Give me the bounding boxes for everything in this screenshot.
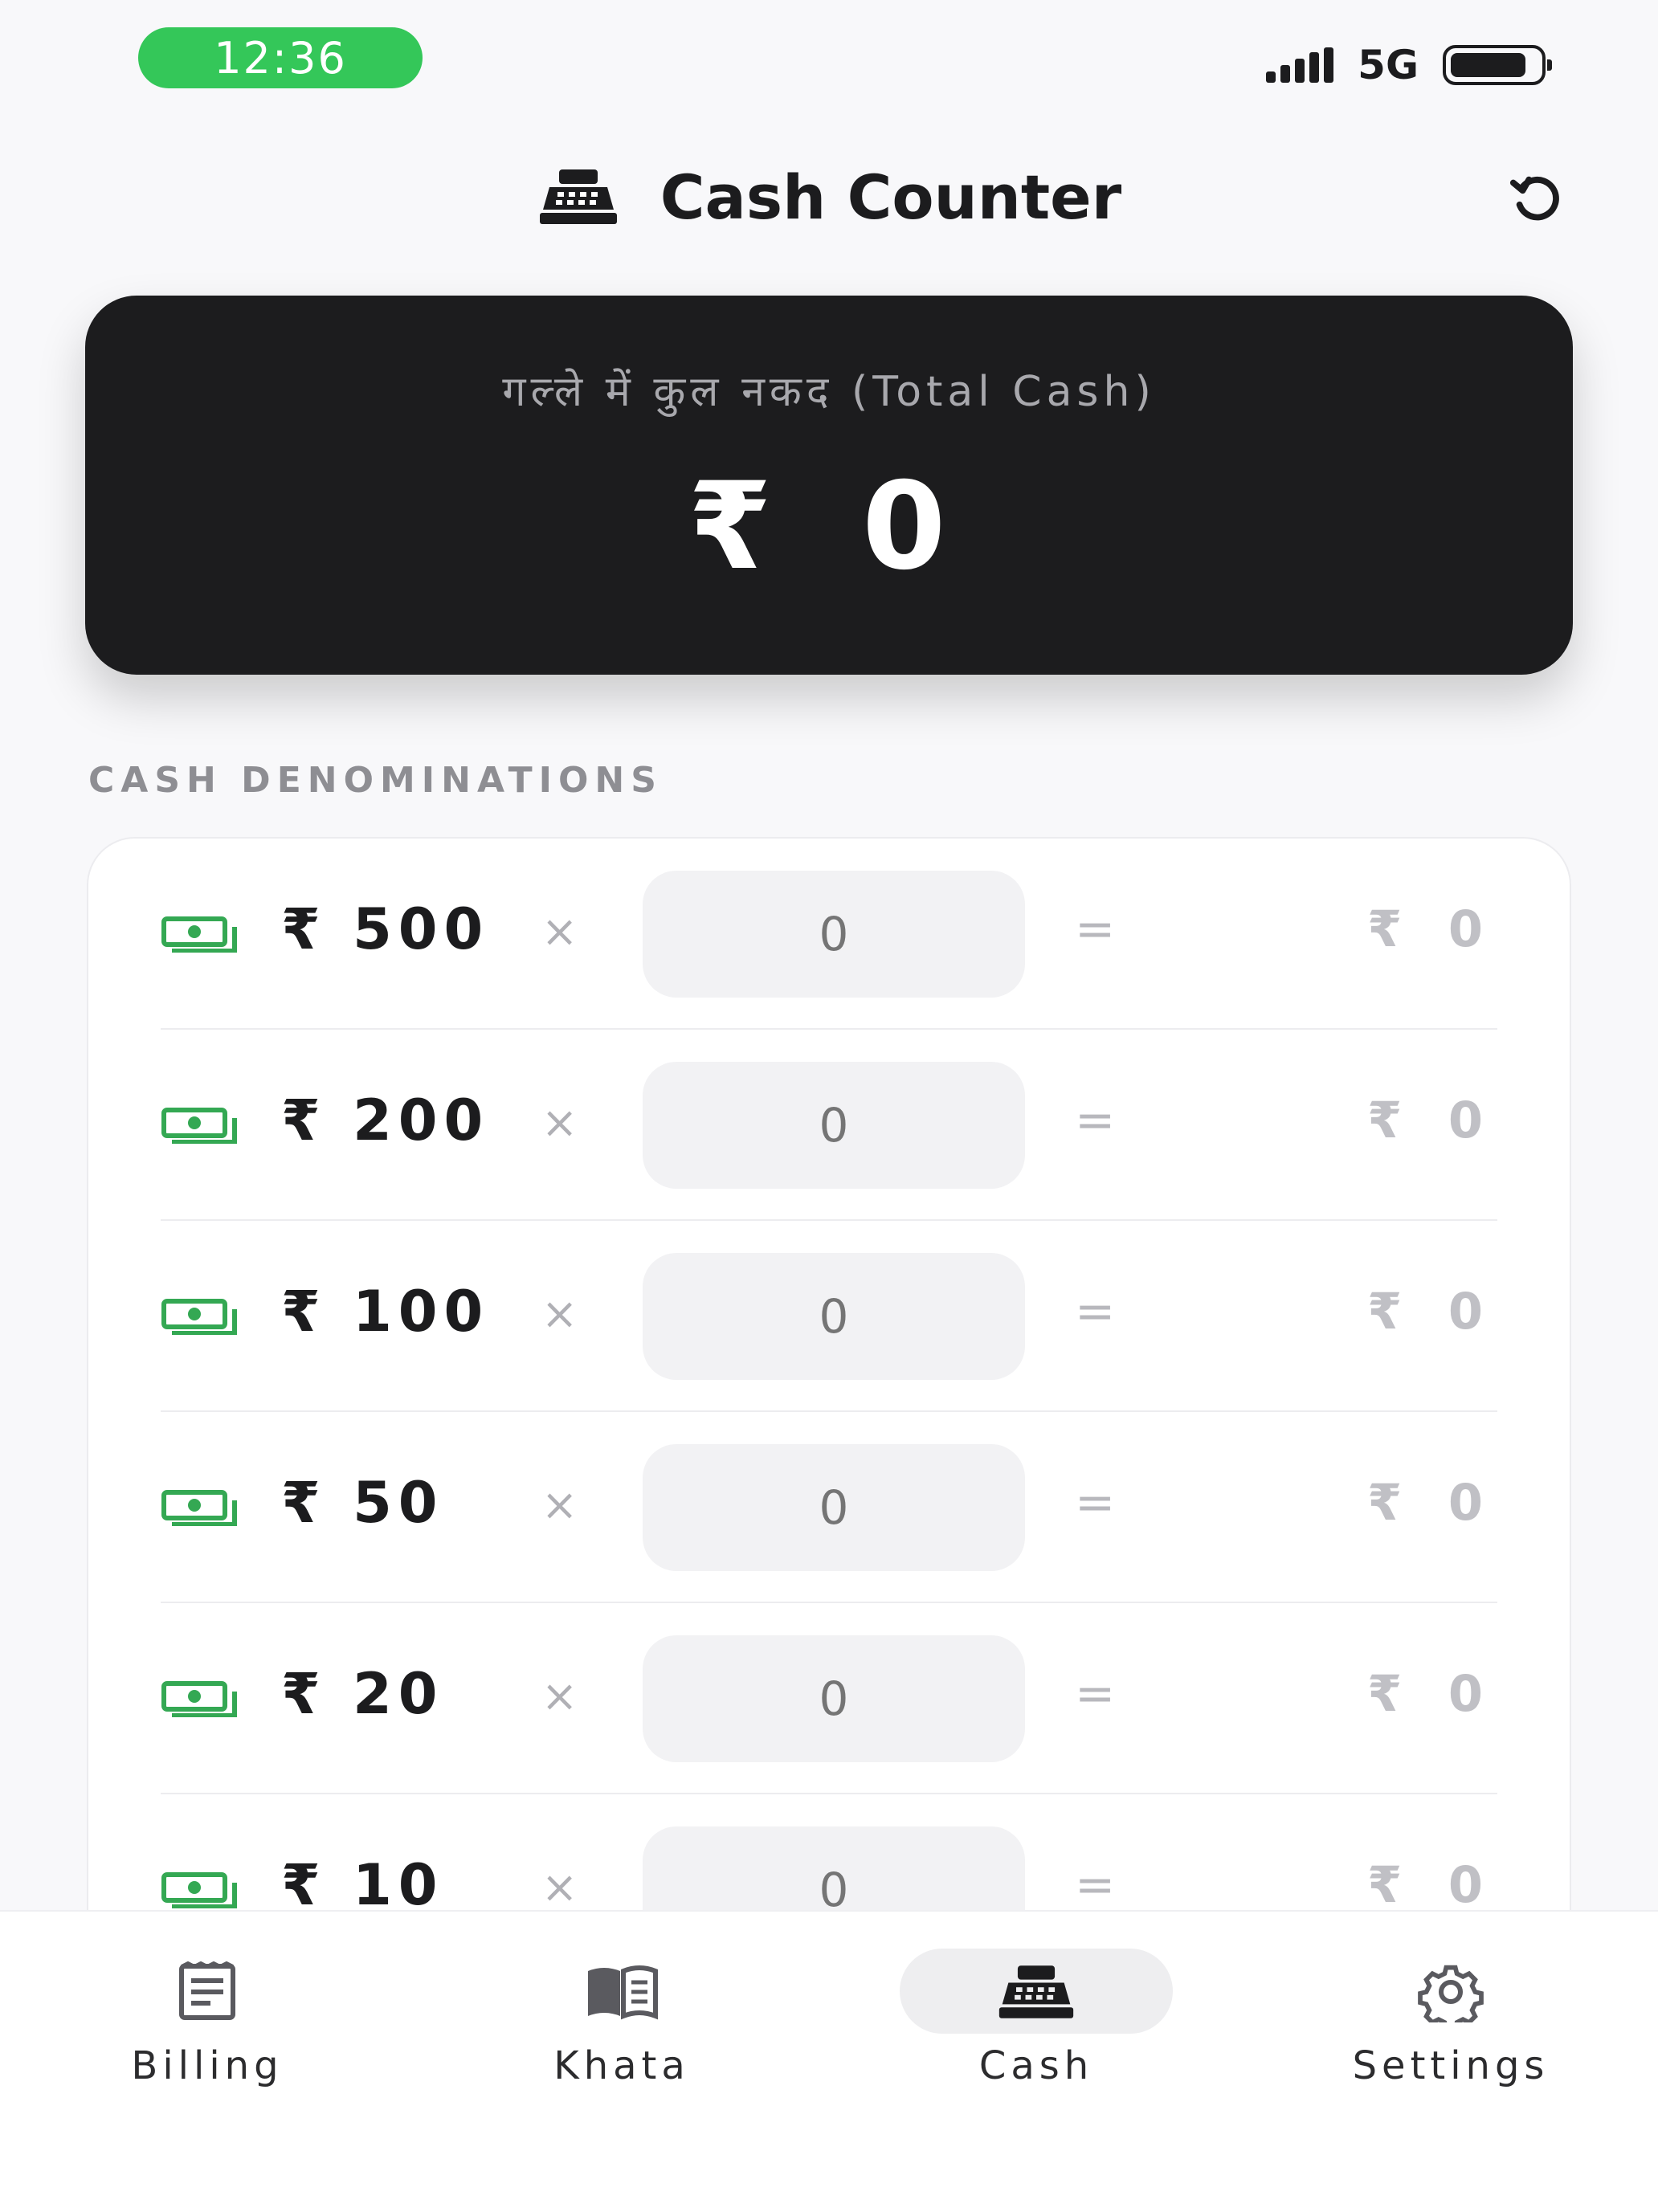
denomination-label: ₹ 100 (281, 1279, 490, 1345)
denomination-label: ₹ 10 (281, 1852, 444, 1918)
reset-icon[interactable] (1509, 170, 1565, 227)
denomination-label: ₹ 50 (281, 1470, 444, 1536)
nav-label: Cash (978, 2043, 1094, 2088)
denomination-total: ₹ 0 (1367, 1091, 1497, 1149)
bottom-nav: Billing Khata Cash Settings (0, 1910, 1658, 2212)
nav-label: Billing (131, 2043, 284, 2088)
total-cash-amount: ₹ 0 (688, 457, 970, 597)
denomination-row: ₹ 20 × = ₹ 0 (88, 1603, 1570, 1794)
network-label: 5G (1358, 42, 1419, 88)
nav-label: Settings (1352, 2043, 1550, 2088)
denomination-label: ₹ 20 (281, 1661, 444, 1727)
denomination-label: ₹ 200 (281, 1088, 490, 1153)
denomination-total: ₹ 0 (1367, 1473, 1497, 1532)
book-icon (588, 1965, 658, 2020)
status-indicators: 5G (1266, 42, 1552, 88)
nav-tab-khata[interactable]: Khata (461, 1912, 782, 2088)
multiply-sign: × (541, 906, 578, 957)
denomination-row: ₹ 100 × = ₹ 0 (88, 1221, 1570, 1412)
cash-register-icon (539, 169, 617, 224)
denomination-total: ₹ 0 (1367, 1664, 1497, 1723)
banknote-icon (161, 1490, 237, 1526)
equals-sign: = (1075, 901, 1116, 957)
multiply-sign: × (541, 1097, 578, 1148)
cash-register-icon (998, 1965, 1074, 2018)
denomination-total: ₹ 0 (1367, 1855, 1497, 1914)
multiply-sign: × (541, 1671, 578, 1721)
denomination-row: ₹ 50 × = ₹ 0 (88, 1412, 1570, 1603)
battery-icon (1443, 45, 1552, 85)
note-count-input[interactable] (643, 1635, 1025, 1762)
multiply-sign: × (541, 1862, 578, 1912)
banknote-icon (161, 1108, 237, 1144)
banknote-icon (161, 1299, 237, 1335)
nav-tab-billing[interactable]: Billing (47, 1912, 368, 2088)
denomination-total: ₹ 0 (1367, 1282, 1497, 1341)
equals-sign: = (1075, 1857, 1116, 1913)
status-time: 12:36 (138, 27, 423, 88)
signal-icon (1266, 47, 1334, 83)
total-cash-label: गल्ले में कुल नकद (Total Cash) (502, 368, 1156, 416)
equals-sign: = (1075, 1475, 1116, 1531)
multiply-sign: × (541, 1479, 578, 1530)
equals-sign: = (1075, 1284, 1116, 1340)
denomination-row: ₹ 500 × = ₹ 0 (88, 839, 1570, 1030)
equals-sign: = (1075, 1092, 1116, 1149)
denominations-card: ₹ 500 × = ₹ 0 ₹ 200 × = ₹ 0 ₹ 100 × = ₹ … (87, 837, 1571, 1961)
denomination-row: ₹ 200 × = ₹ 0 (88, 1030, 1570, 1221)
banknote-icon (161, 1872, 237, 1908)
multiply-sign: × (541, 1288, 578, 1339)
nav-tab-cash[interactable]: Cash (876, 1912, 1197, 2088)
section-label: CASH DENOMINATIONS (88, 760, 663, 801)
note-count-input[interactable] (643, 1444, 1025, 1571)
equals-sign: = (1075, 1666, 1116, 1722)
nav-label: Khata (553, 2043, 690, 2088)
gear-icon (1418, 1965, 1484, 2022)
note-count-input[interactable] (643, 1062, 1025, 1189)
denomination-total: ₹ 0 (1367, 900, 1497, 958)
nav-tab-settings[interactable]: Settings (1290, 1912, 1611, 2088)
denomination-label: ₹ 500 (281, 896, 490, 962)
receipt-icon (179, 1961, 235, 2020)
note-count-input[interactable] (643, 1253, 1025, 1380)
page-title: Cash Counter (660, 161, 1122, 233)
total-cash-card: गल्ले में कुल नकद (Total Cash) ₹ 0 (85, 296, 1573, 675)
banknote-icon (161, 1681, 237, 1717)
app-header: Cash Counter (0, 153, 1658, 241)
banknote-icon (161, 916, 237, 953)
note-count-input[interactable] (643, 871, 1025, 998)
